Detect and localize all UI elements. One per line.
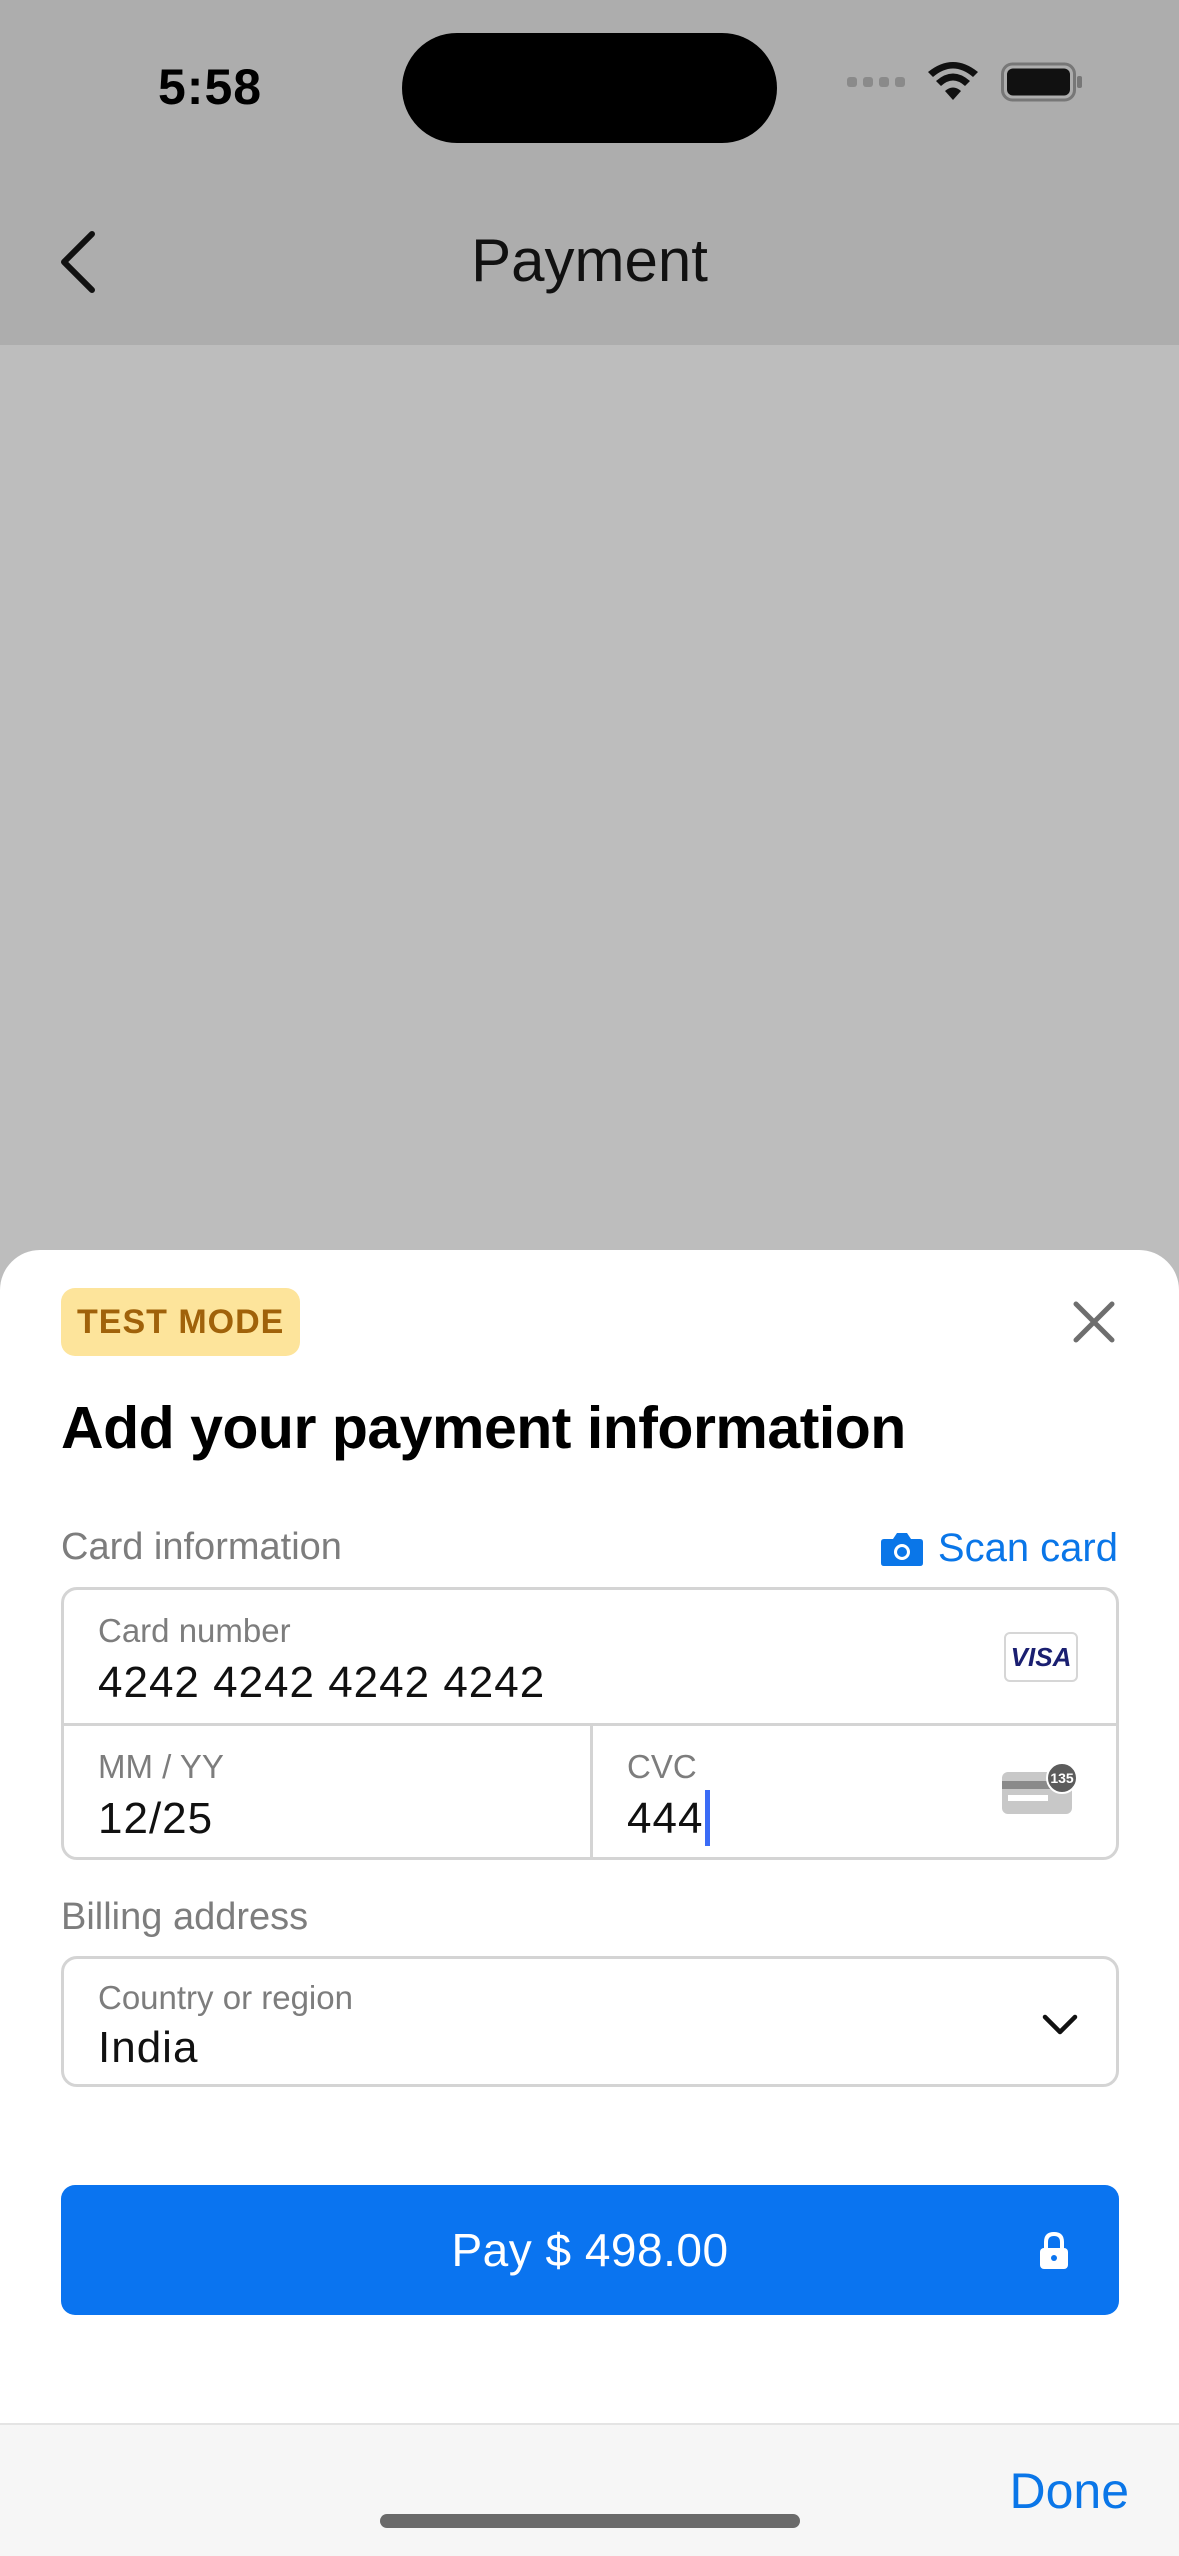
- billing-address-label: Billing address: [61, 1896, 309, 1938]
- close-button[interactable]: [1068, 1296, 1120, 1348]
- test-mode-badge: TEST MODE: [61, 1288, 301, 1356]
- card-number-value: 4242 4242 4242 4242: [98, 1658, 546, 1707]
- pay-button[interactable]: Pay $ 498.00: [61, 2185, 1119, 2315]
- keyboard-accessory-bar: [0, 2423, 1179, 2556]
- cvc-value: 444: [627, 1794, 704, 1843]
- country-value: India: [98, 2023, 199, 2072]
- battery-icon: [1001, 62, 1083, 102]
- cvc-card-icon: 135: [1000, 1762, 1078, 1816]
- done-button[interactable]: Done: [1009, 2462, 1129, 2520]
- expiry-label: MM / YY: [98, 1748, 224, 1785]
- cvc-icon-badge: 135: [1050, 1770, 1074, 1786]
- card-number-field[interactable]: Card number 4242 4242 4242 4242 VISA: [64, 1590, 1116, 1723]
- scan-card-button[interactable]: Scan card: [880, 1526, 1118, 1571]
- cvc-label: CVC: [627, 1748, 697, 1785]
- country-select[interactable]: Country or region India: [61, 1956, 1119, 2087]
- status-time: 5:58: [158, 59, 263, 115]
- cvc-value-wrap: 444: [627, 1790, 711, 1847]
- text-caret: [705, 1790, 711, 1847]
- card-information-box: Card number 4242 4242 4242 4242 VISA MM …: [61, 1587, 1119, 1860]
- home-indicator: [380, 2514, 800, 2528]
- nav-title: Payment: [471, 227, 708, 294]
- camera-icon: [880, 1532, 923, 1566]
- status-icons: [847, 62, 1083, 102]
- close-icon: [1073, 1301, 1115, 1343]
- country-label: Country or region: [98, 1979, 353, 2016]
- card-number-label: Card number: [98, 1612, 291, 1649]
- scan-card-label: Scan card: [937, 1526, 1118, 1570]
- cellular-signal-icon: [847, 77, 905, 87]
- dynamic-island: [402, 33, 777, 143]
- wifi-icon: [927, 62, 979, 102]
- pay-button-label: Pay $ 498.00: [451, 2224, 729, 2276]
- sheet-heading: Add your payment information: [61, 1395, 906, 1461]
- expiry-field[interactable]: MM / YY 12/25: [64, 1726, 590, 1857]
- status-and-nav-bar: 5:58 Payment: [0, 0, 1179, 345]
- chevron-down-icon: [1042, 2014, 1078, 2035]
- lock-icon: [1040, 2231, 1068, 2269]
- expiry-value: 12/25: [98, 1794, 214, 1843]
- visa-icon: VISA: [1004, 1632, 1078, 1682]
- card-information-label: Card information: [61, 1526, 342, 1568]
